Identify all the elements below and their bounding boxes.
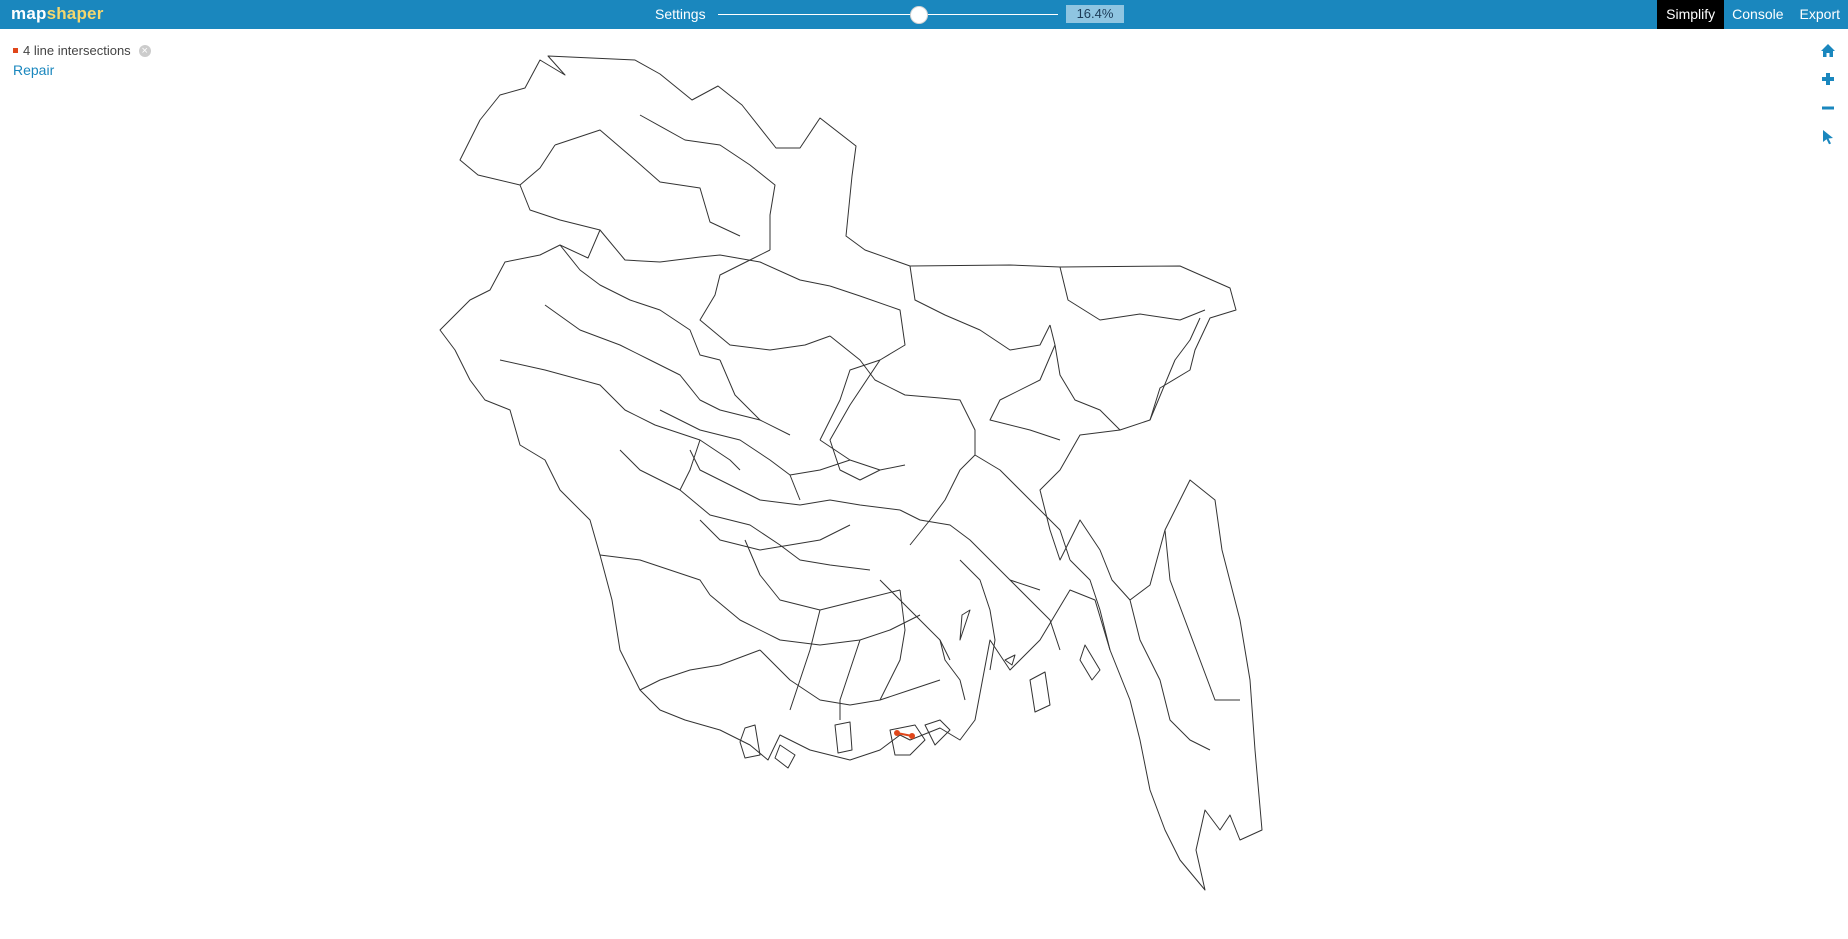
simplify-slider-track[interactable]: [718, 14, 1058, 15]
simplify-slider-handle[interactable]: [909, 6, 928, 24]
app-logo: mapshaper: [11, 4, 104, 23]
intersection-point: [894, 730, 900, 736]
simplify-percent-input[interactable]: 16.4%: [1066, 5, 1124, 23]
settings-button[interactable]: Settings: [655, 6, 706, 22]
export-button[interactable]: Export: [1792, 0, 1848, 29]
main-menu: Simplify Console Export: [1657, 0, 1848, 29]
console-button[interactable]: Console: [1724, 0, 1791, 29]
intersection-point: [909, 733, 915, 739]
country-outline: [439, 55, 1263, 891]
map-canvas[interactable]: [0, 29, 1848, 939]
simplify-button[interactable]: Simplify: [1657, 0, 1725, 29]
top-bar: mapshaper Settings 16.4% Simplify Consol…: [0, 0, 1848, 29]
